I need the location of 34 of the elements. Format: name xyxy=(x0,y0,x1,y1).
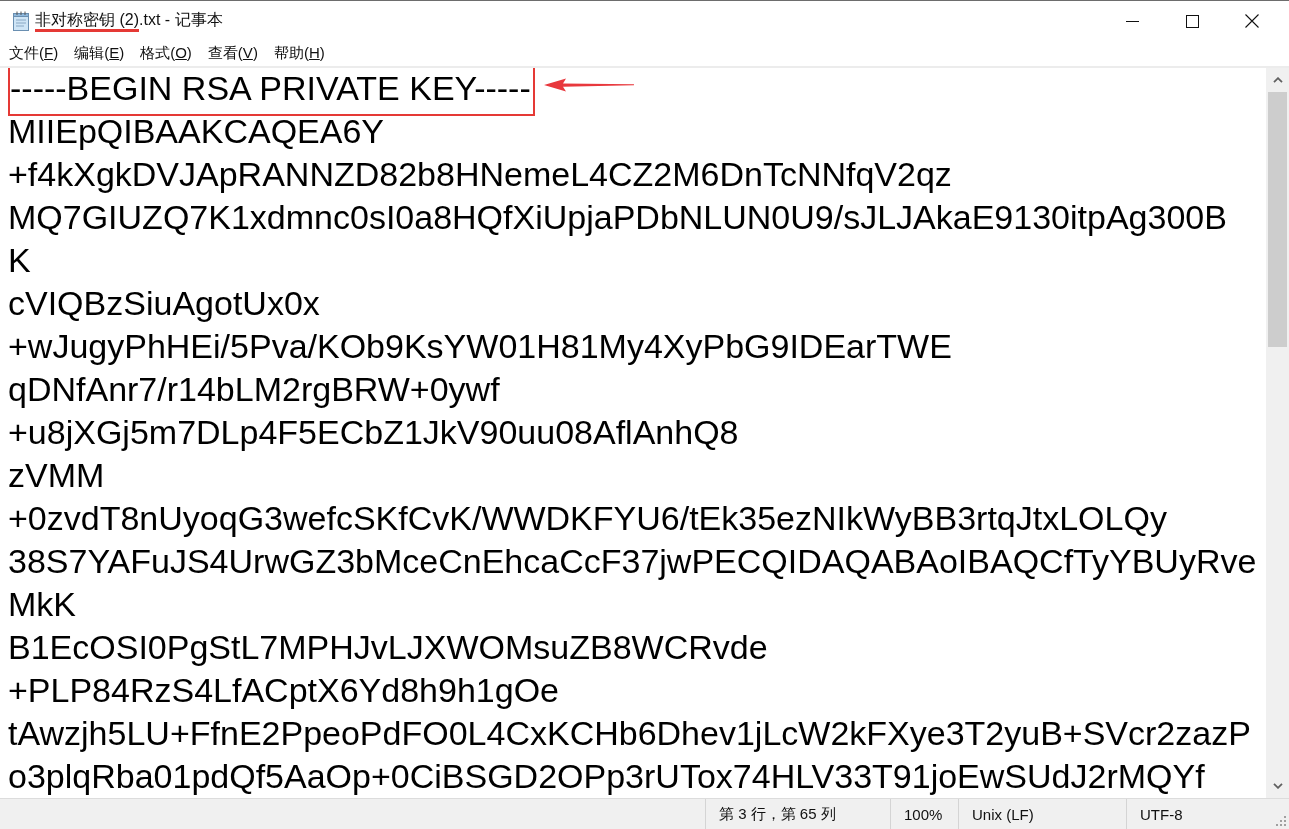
menu-item[interactable]: 帮助(H) xyxy=(265,43,333,64)
text-line: 38S7YAFuJS4UrwGZ3bMceCnEhcaCcF37jwPECQIDAQABAoIBAQCfTyYBUyRve xyxy=(8,541,1257,582)
arrow-icon xyxy=(543,77,634,92)
menu-item[interactable]: 文件(F) xyxy=(1,43,67,64)
text-line: cVIQBzSiuAgotUx0x xyxy=(8,283,320,324)
line-ending: Unix (LF) xyxy=(972,805,1034,823)
text-line: o3plqRba01pdQf5AaOp+0CiBSGD2OPp3rUTox74HLV33T91joEwSUdJ2rMQYf xyxy=(8,756,1205,797)
text-line: +PLP84RzS4LfACptX6Yd8h9h1gOe xyxy=(8,670,559,711)
chevron-down-icon xyxy=(1272,783,1283,789)
encoding: UTF-8 xyxy=(1140,805,1183,823)
text-line: K xyxy=(8,240,31,281)
maximize-icon xyxy=(1185,14,1199,28)
text-line: +0zvdT8nUyoqG3wefcSKfCvK/WWDKFYU6/tEk35ezNIkWyBB3rtqJtxLOLQy xyxy=(8,498,1167,539)
minimize-icon xyxy=(1125,20,1139,22)
text-line: tAwzjh5LU+FfnE2PpeoPdFO0L4CxKCHb6Dhev1jLcW2kFXye3T2yuB+SVcr2zazP xyxy=(8,713,1251,754)
text-line: +wJugyPhHEi/5Pva/KOb9KsYW01H81My4XyPbG9IDEarTWE xyxy=(8,326,952,367)
menu-item[interactable]: 编辑(E) xyxy=(66,43,133,64)
menu-item[interactable]: 查看(V) xyxy=(199,43,266,64)
text-line: B1EcOSI0PgStL7MPHJvLJXWOMsuZB8WCRvde xyxy=(8,627,768,668)
text-line: MkK xyxy=(8,584,76,625)
text-line: +u8jXGj5m7DLp4F5ECbZ1JkV90uu08AflAnhQ8 xyxy=(8,412,739,453)
zoom-level: 100% xyxy=(904,805,943,823)
chevron-up-icon xyxy=(1272,77,1283,83)
cursor-position: 第 3 行，第 65 列 xyxy=(719,804,836,824)
scrollbar-thumb[interactable] xyxy=(1268,92,1287,347)
notepad-icon xyxy=(12,11,30,31)
text-line: zVMM xyxy=(8,455,105,496)
text-line: MQ7GIUZQ7K1xdmnc0sI0a8HQfXiUpjaPDbNLUN0U9/sJLJAkaE9130itpAg300B xyxy=(8,197,1227,238)
close-icon xyxy=(1245,14,1259,28)
text-line: qDNfAnr7/r14bLM2rgBRW+0ywf xyxy=(8,369,500,410)
size-grip-icon[interactable] xyxy=(1276,816,1286,826)
window-title: 非对称密钥 (2).txt - 记事本 xyxy=(35,1,223,41)
text-line: +f4kXgkDVJApRANNZD82b8HNemeL4CZ2M6DnTcNNfqV2qz xyxy=(8,154,952,195)
menu-item[interactable]: 格式(O) xyxy=(132,43,200,64)
